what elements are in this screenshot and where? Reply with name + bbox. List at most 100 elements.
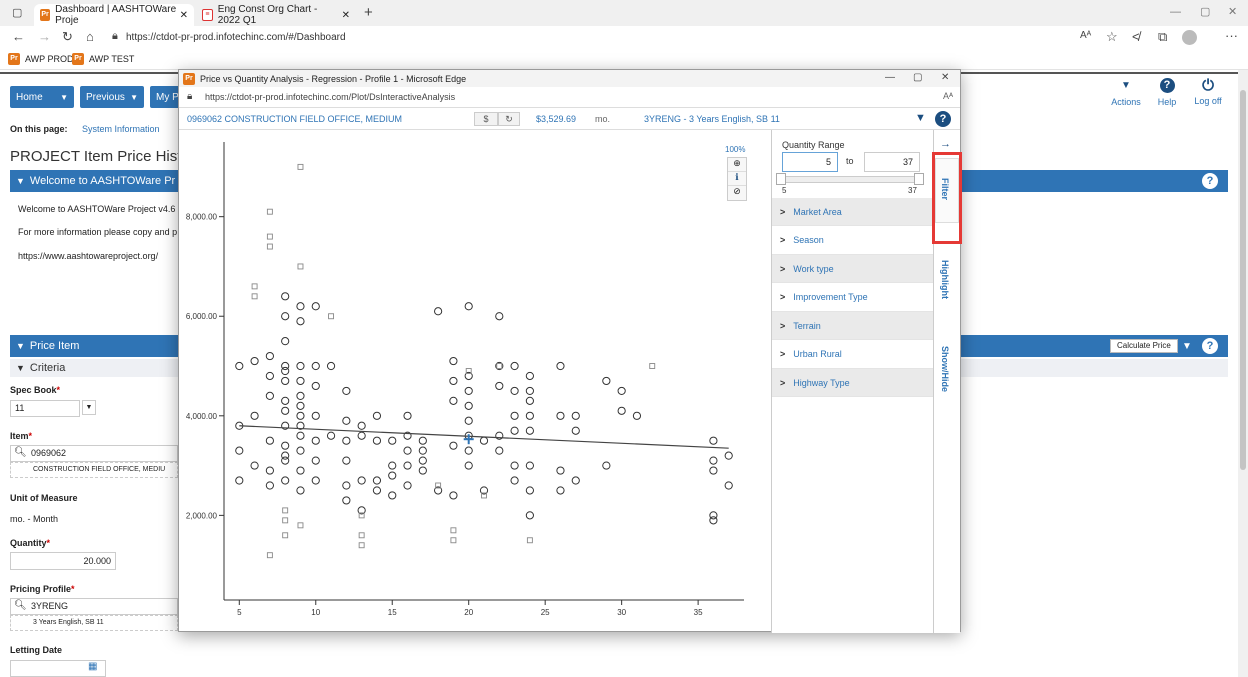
help-button[interactable]: ? Help — [1152, 78, 1182, 107]
pricing-profile-description: 3 Years English, SB 11 — [10, 615, 178, 631]
data-point-circle — [372, 476, 382, 485]
tab-actions-icon[interactable]: ▢ — [12, 6, 22, 19]
tab-show-hide[interactable]: Show/Hide — [940, 346, 950, 392]
dropdown-icon: ▼ — [1121, 80, 1131, 91]
calendar-icon[interactable]: ▦ — [88, 661, 97, 672]
zoom-icon[interactable]: ⊕ — [728, 158, 746, 172]
filter-urban-rural[interactable]: > Urban Rural — [772, 341, 934, 369]
home-icon[interactable]: ⌂ — [86, 29, 94, 44]
dropdown-icon[interactable]: ▼ — [82, 400, 96, 415]
chevron-right-icon: > — [780, 320, 786, 331]
filter-highway-type[interactable]: > Highway Type — [772, 369, 934, 397]
close-icon[interactable]: ✕ — [342, 10, 350, 21]
currency-button[interactable]: $ — [474, 112, 498, 126]
favorite-awp-prod[interactable]: Pr AWP PROD — [8, 53, 74, 65]
data-point-circle — [709, 436, 718, 445]
restore-icon[interactable]: ▢ — [913, 72, 922, 83]
data-point-circle — [372, 486, 382, 495]
previous-button-label: Previous — [86, 91, 125, 103]
item-heading: 0969062 CONSTRUCTION FIELD OFFICE, MEDIU… — [187, 114, 403, 124]
popup-url[interactable]: https://ctdot-pr-prod.infotechinc.com/Pl… — [205, 92, 455, 102]
search-icon[interactable]: 🔍︎ — [14, 600, 27, 611]
system-information-link[interactable]: System Information — [82, 124, 160, 134]
scatter-chart[interactable]: 2,000.00 4,000.00 6,000.00 8,000.00 5 10 15 20 2… — [179, 130, 771, 633]
aashtoware-logo-icon: Pr — [183, 72, 195, 85]
minimize-icon[interactable]: — — [1170, 6, 1181, 18]
data-point-square — [450, 527, 457, 534]
range-slider-min-handle[interactable] — [776, 173, 786, 185]
profile-avatar[interactable] — [1182, 30, 1197, 45]
spec-book-select[interactable]: 11 — [10, 400, 80, 417]
tab-dashboard[interactable]: Pr Dashboard | AASHTOWare Proje ✕ — [34, 4, 194, 26]
data-point-circle — [632, 411, 642, 420]
data-point-circle — [250, 461, 259, 470]
filter-label: Highway Type — [793, 377, 850, 388]
collections-icon[interactable]: ⧉ — [1158, 29, 1167, 45]
item-input[interactable]: 0969062 — [10, 445, 178, 462]
refresh-icon[interactable]: ↻ — [498, 112, 520, 126]
filter-terrain[interactable]: > Terrain — [772, 312, 934, 340]
filter-work-type[interactable]: > Work type — [772, 255, 934, 283]
forward-icon[interactable]: → — [38, 29, 51, 44]
tab-highlight[interactable]: Highlight — [940, 260, 950, 299]
pricing-profile-label: Pricing Profile* — [10, 584, 75, 594]
dropdown-icon[interactable]: ▼ — [915, 112, 926, 124]
restore-icon[interactable]: ▢ — [1200, 5, 1210, 18]
search-icon[interactable]: 🔍︎ — [14, 447, 27, 458]
y-tick-label: 4,000.00 — [186, 412, 218, 421]
range-slider-max-handle[interactable] — [914, 173, 924, 185]
scrollbar-thumb[interactable] — [1240, 90, 1246, 470]
reset-icon[interactable]: ⊘ — [728, 186, 746, 200]
data-point-circle — [281, 312, 290, 321]
logoff-button[interactable]: ⏻ Log off — [1188, 77, 1228, 106]
calculate-price-button[interactable]: Calculate Price — [1110, 339, 1178, 353]
data-point-circle — [556, 411, 565, 420]
arrow-right-icon[interactable]: → — [940, 138, 951, 150]
dropdown-icon[interactable]: ▼ — [1182, 341, 1192, 352]
info-icon[interactable]: ℹ — [728, 172, 746, 186]
data-point-circle — [281, 476, 290, 485]
data-point-circle — [602, 461, 611, 470]
back-icon[interactable]: ← — [12, 29, 25, 44]
range-to-input[interactable]: 37 — [864, 152, 920, 172]
read-aloud-icon[interactable]: Aᴬ — [943, 91, 953, 101]
more-icon[interactable]: ··· — [1225, 28, 1238, 43]
data-point-circle — [556, 361, 565, 371]
close-window-icon[interactable]: ✕ — [941, 72, 949, 83]
pricing-profile-input[interactable]: 3YRENG — [10, 598, 178, 615]
data-point-circle — [449, 356, 458, 366]
data-point-circle — [709, 456, 718, 465]
page-scrollbar[interactable] — [1238, 70, 1248, 677]
range-from-input[interactable]: 5 — [782, 152, 838, 172]
previous-button[interactable]: Previous ▼ — [80, 86, 144, 108]
range-slider[interactable] — [780, 176, 924, 183]
close-icon[interactable]: ✕ — [180, 10, 188, 21]
new-tab-icon[interactable]: + — [364, 4, 373, 21]
favorite-awp-test[interactable]: Pr AWP TEST — [72, 53, 134, 65]
data-point-square — [450, 537, 457, 544]
read-aloud-icon[interactable]: Aᴬ — [1080, 30, 1091, 41]
quantity-input[interactable]: 20.000 — [10, 552, 116, 570]
home-button[interactable]: Home ▼ — [10, 86, 74, 108]
close-window-icon[interactable]: ✕ — [1228, 5, 1237, 18]
url-text[interactable]: https://ctdot-pr-prod.infotechinc.com/#/… — [126, 32, 346, 43]
help-icon[interactable]: ? — [1202, 338, 1218, 354]
help-icon[interactable]: ? — [1202, 173, 1218, 189]
filter-season[interactable]: > Season — [772, 227, 934, 255]
favorites-bar: Pr AWP PROD Pr AWP TEST — [0, 50, 1248, 70]
favorites-icon[interactable]: ≮ — [1132, 29, 1140, 44]
chevron-down-icon: ▼ — [16, 176, 25, 186]
minimize-icon[interactable]: — — [885, 72, 895, 83]
filter-improvement-type[interactable]: > Improvement Type — [772, 284, 934, 312]
data-point-square — [266, 552, 273, 559]
actions-button[interactable]: ▼ Actions — [1108, 80, 1144, 107]
tab-org-chart[interactable]: ≡ Eng Const Org Chart - 2022 Q1 ✕ — [196, 4, 356, 26]
price-value: $3,529.69 — [536, 114, 577, 124]
range-min-label: 5 — [782, 186, 787, 195]
help-icon[interactable]: ? — [935, 111, 951, 127]
quantity-label-text: Quantity — [10, 538, 47, 548]
refresh-icon[interactable]: ↻ — [62, 29, 73, 45]
filter-market-area[interactable]: > Market Area — [772, 198, 934, 226]
favorite-icon[interactable]: ☆ — [1106, 29, 1118, 45]
highlight-box — [932, 152, 962, 244]
